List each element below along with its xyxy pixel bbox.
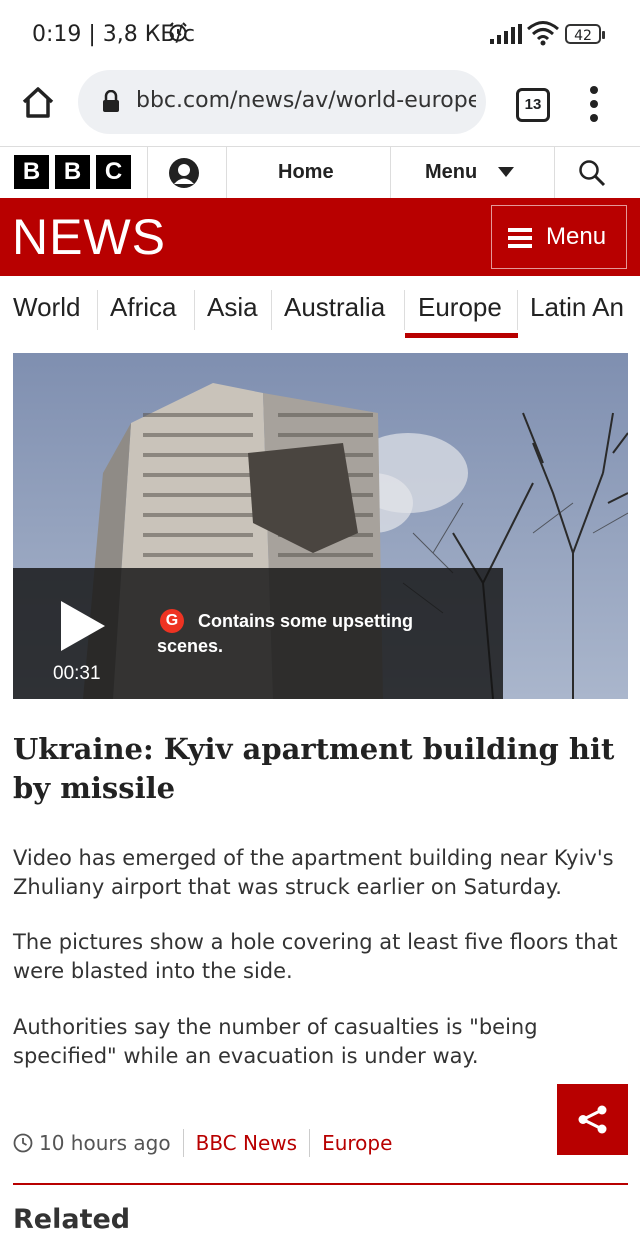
search-icon[interactable]: [578, 159, 606, 187]
news-menu-button[interactable]: Menu: [491, 205, 627, 269]
divider: [404, 290, 405, 330]
section-tab-world[interactable]: World: [13, 292, 80, 323]
article-paragraph: The pictures show a hole covering at lea…: [13, 930, 618, 983]
article-headline: Ukraine: Kyiv apartment building hit by …: [13, 732, 615, 805]
share-button[interactable]: [557, 1084, 628, 1155]
article-paragraph: Authorities say the number of casualties…: [13, 1015, 538, 1068]
section-tab-europe[interactable]: Europe: [418, 292, 502, 323]
home-icon[interactable]: [20, 84, 56, 120]
divider: [194, 290, 195, 330]
divider: [309, 1129, 311, 1157]
divider: [554, 147, 555, 199]
news-wordmark[interactable]: NEWS: [12, 208, 166, 266]
lock-icon: [103, 90, 119, 112]
guidance-warning: Contains some upsetting scenes.: [157, 611, 414, 656]
divider: [271, 290, 272, 330]
section-nav: World Africa Asia Australia Europe Latin…: [0, 276, 640, 342]
news-banner: NEWS Menu: [0, 198, 640, 276]
chevron-down-icon: [498, 167, 514, 177]
divider: [97, 290, 98, 330]
bbc-logo[interactable]: B B C: [14, 155, 131, 189]
divider: [182, 1129, 184, 1157]
share-icon: [578, 1105, 607, 1134]
bbc-logo-letter: C: [96, 155, 131, 189]
video-player[interactable]: 00:31 G Contains some upsetting scenes.: [13, 353, 628, 699]
bbc-global-nav: B B C Home Menu: [0, 146, 640, 199]
bbc-logo-letter: B: [55, 155, 90, 189]
address-bar[interactable]: bbc.com/news/av/world-europe-60: [78, 70, 486, 134]
account-icon[interactable]: [168, 157, 200, 189]
wifi-icon: [527, 21, 559, 46]
global-menu-button[interactable]: Menu: [425, 161, 477, 184]
related-heading: Related: [13, 1204, 131, 1235]
section-tab-asia[interactable]: Asia: [207, 292, 258, 323]
battery-indicator: 42: [565, 24, 605, 44]
signal-icon: [490, 24, 522, 44]
section-tab-latin-america[interactable]: Latin An: [530, 292, 624, 323]
tab-switcher-button[interactable]: 13: [516, 88, 550, 122]
browser-toolbar: bbc.com/news/av/world-europe-60 13: [0, 66, 640, 146]
section-link[interactable]: Europe: [322, 1131, 392, 1155]
divider: [147, 147, 148, 199]
source-link[interactable]: BBC News: [196, 1131, 297, 1155]
divider: [226, 147, 227, 199]
news-menu-label: Menu: [546, 223, 607, 250]
play-icon[interactable]: [61, 601, 105, 651]
article-timestamp: 10 hours ago: [39, 1131, 171, 1155]
video-duration: 00:31: [53, 663, 101, 684]
divider: [390, 147, 391, 199]
section-tab-australia[interactable]: Australia: [284, 292, 385, 323]
url-text: bbc.com/news/av/world-europe-60: [136, 88, 476, 113]
more-options-icon[interactable]: [588, 84, 600, 124]
divider: [517, 290, 518, 330]
hamburger-icon: [508, 228, 532, 248]
status-bar: 0:19 | 3,8 КБ/с 42: [0, 0, 640, 66]
article-paragraph: Video has emerged of the apartment build…: [13, 846, 614, 899]
bbc-logo-letter: B: [14, 155, 49, 189]
alarm-icon: [169, 22, 187, 42]
section-divider: [13, 1183, 628, 1185]
section-tab-africa[interactable]: Africa: [110, 292, 176, 323]
article-metadata: 10 hours ago BBC News Europe: [13, 1128, 392, 1158]
clock-icon: [13, 1133, 33, 1153]
active-tab-indicator: [405, 333, 518, 338]
home-link[interactable]: Home: [278, 161, 334, 184]
